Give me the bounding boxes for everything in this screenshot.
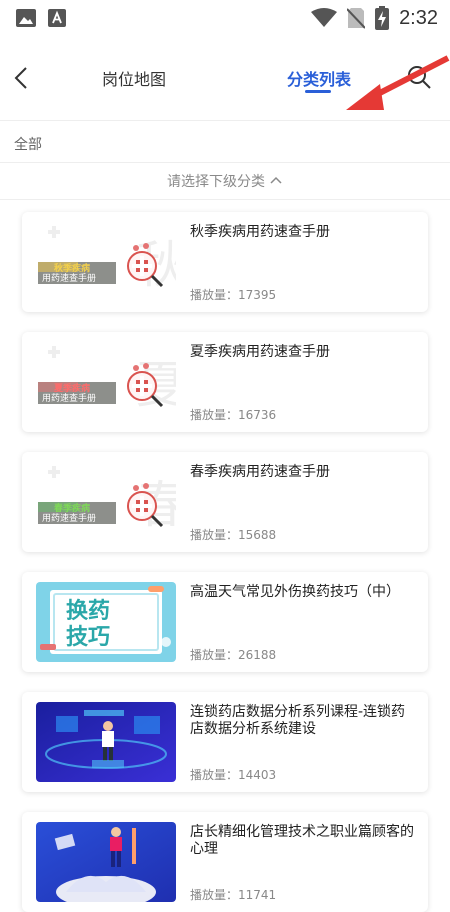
svg-text:用药速查手册: 用药速查手册 [42, 272, 96, 284]
battery-charging-icon [375, 6, 390, 30]
course-card[interactable]: 连锁药店数据分析系列课程-连锁药店数据分析系统建设 播放量：14403 [22, 692, 428, 792]
divider [0, 120, 450, 121]
play-count: 播放量：26188 [190, 648, 277, 662]
course-title: 高温天气常见外伤换药技巧（中） [190, 584, 400, 600]
course-card[interactable]: 店长精细化管理技术之职业篇顾客的心理 播放量：11741 [22, 812, 428, 912]
back-button[interactable] [10, 64, 34, 92]
svg-text:用药速查手册: 用药速查手册 [42, 392, 96, 404]
svg-text:用药速查手册: 用药速查手册 [42, 512, 96, 524]
course-thumbnail: 换药 技巧 [36, 582, 176, 662]
no-sim-icon [347, 7, 366, 29]
course-title: 春季疾病用药速查手册 [190, 464, 330, 480]
play-count: 播放量：16736 [190, 408, 277, 422]
divider [0, 199, 450, 200]
annotation-arrow-icon [346, 55, 450, 110]
course-title: 连锁药店数据分析系列课程-连锁药店数据分析系统建设 [190, 704, 406, 737]
svg-text:换药: 换药 [66, 598, 110, 624]
course-title: 秋季疾病用药速查手册 [190, 224, 330, 240]
course-card[interactable]: 夏 夏季疾病 用药速查手册 夏季疾病用药速查手册 播放量：16736 [22, 332, 428, 432]
course-thumbnail: 春 春季疾病 用药速查手册 [36, 462, 176, 542]
course-thumbnail: 秋 秋季疾病 用药速查手册 [36, 222, 176, 302]
font-icon [48, 9, 66, 27]
course-title: 夏季疾病用药速查手册 [190, 344, 330, 360]
play-count: 播放量：11741 [190, 888, 277, 902]
top-nav: 岗位地图 分类列表 [0, 36, 450, 120]
play-count: 播放量：14403 [190, 768, 277, 782]
gallery-icon [16, 9, 36, 27]
status-bar: 2:32 [0, 0, 450, 36]
subcategory-prompt: 请选择下级分类 [167, 174, 265, 190]
chevron-left-icon [14, 67, 27, 89]
course-thumbnail: 夏 夏季疾病 用药速查手册 [36, 342, 176, 422]
course-card[interactable]: 换药 技巧 高温天气常见外伤换药技巧（中） 播放量：26188 [22, 572, 428, 672]
tab-post-map[interactable]: 岗位地图 [102, 66, 166, 90]
svg-text:秋季疾病: 秋季疾病 [53, 262, 90, 274]
active-tab-indicator [305, 90, 331, 93]
course-card[interactable]: 春 春季疾病 用药速查手册 春季疾病用药速查手册 播放量：15688 [22, 452, 428, 552]
play-count: 播放量：15688 [190, 528, 277, 542]
course-card[interactable]: 秋 秋季疾病 用药速查手册 秋季疾病用药速查手册 播放量：17395 [22, 212, 428, 312]
course-thumbnail [36, 702, 176, 782]
chevron-up-icon [269, 173, 283, 189]
course-thumbnail [36, 822, 176, 902]
clock: 2:32 [399, 6, 438, 29]
svg-text:夏季疾病: 夏季疾病 [53, 382, 90, 394]
category-all[interactable]: 全部 [14, 134, 42, 154]
course-title: 店长精细化管理技术之职业篇顾客的心理 [190, 824, 414, 857]
svg-text:春季疾病: 春季疾病 [53, 502, 90, 514]
wifi-icon [311, 8, 338, 28]
subcategory-selector[interactable]: 请选择下级分类 [0, 163, 450, 199]
svg-text:技巧: 技巧 [66, 625, 110, 650]
play-count: 播放量：17395 [190, 288, 277, 302]
